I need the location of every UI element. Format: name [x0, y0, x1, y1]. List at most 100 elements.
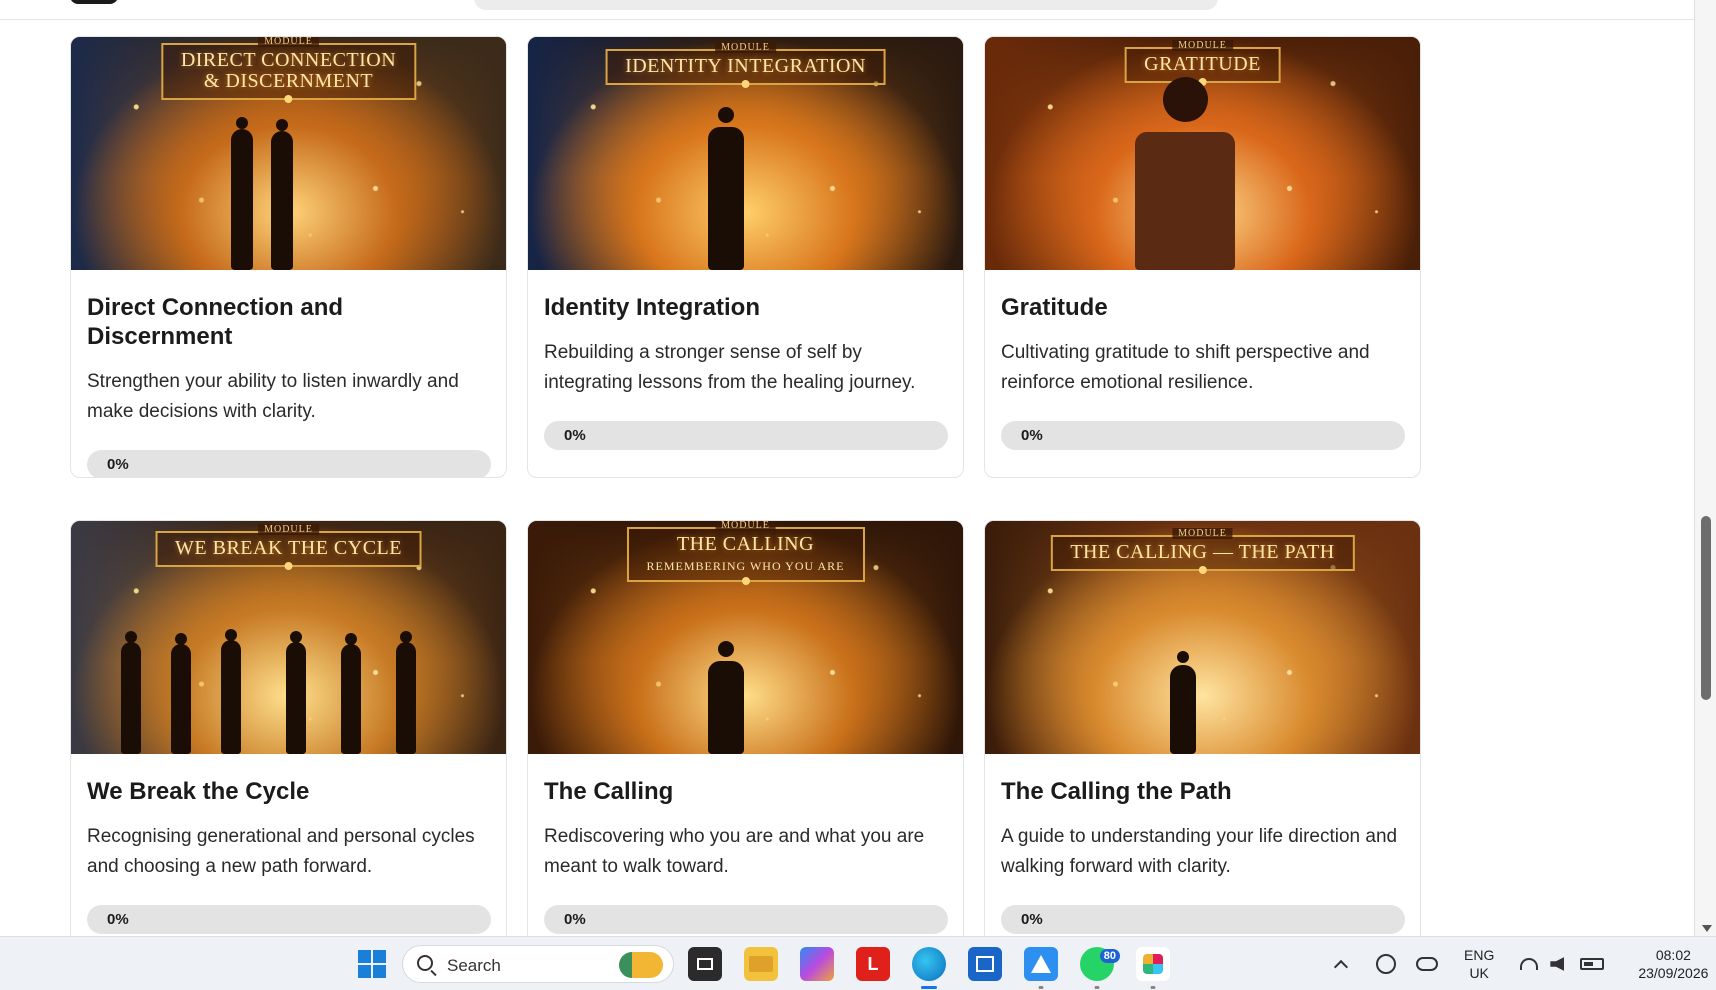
module-progress-bar: 0% [1001, 420, 1405, 450]
person-head [1162, 77, 1208, 122]
module-banner-title: WE BREAK THE CYCLE [175, 537, 402, 559]
module-banner: MODULE WE BREAK THE CYCLE [155, 524, 422, 570]
header-search-bar[interactable] [474, 0, 1218, 10]
person-head [400, 631, 412, 643]
module-thumbnail[interactable]: MODULE THE CALLING REMEMBERING WHO YOU A… [528, 521, 963, 754]
module-card-6[interactable]: MODULE THE CALLING — THE PATH The Callin… [984, 520, 1421, 936]
folder-icon [749, 956, 773, 972]
person-head [276, 119, 288, 131]
person-head [1177, 651, 1189, 663]
module-description: Strengthen your ability to listen inward… [87, 370, 459, 422]
person-silhouette [221, 640, 241, 754]
module-progress-bar: 0% [544, 420, 948, 450]
module-thumbnail[interactable]: MODULE IDENTITY INTEGRATION [528, 37, 963, 270]
module-banner: MODULE DIRECT CONNECTION & DISCERNMENT [160, 37, 417, 103]
a-app-icon [1031, 955, 1051, 973]
edge-button[interactable] [912, 947, 946, 989]
task-view-button[interactable] [688, 947, 722, 981]
person-silhouette [286, 642, 306, 754]
module-banner: MODULE THE CALLING — THE PATH [1050, 528, 1355, 574]
module-description: Cultivating gratitude to shift perspecti… [1001, 341, 1370, 393]
module-title[interactable]: Direct Connection and Discernment [87, 294, 490, 352]
module-description: Recognising generational and personal cy… [87, 825, 475, 877]
person-head [125, 631, 137, 643]
module-description: Rebuilding a stronger sense of self by i… [544, 341, 916, 393]
module-thumbnail[interactable]: MODULE THE CALLING — THE PATH [985, 521, 1420, 754]
module-progress-bar: 0% [544, 904, 948, 934]
module-banner-title: THE CALLING [676, 533, 815, 555]
slack-indicator [1150, 986, 1156, 989]
person-silhouette [396, 642, 416, 754]
module-banner: MODULE IDENTITY INTEGRATION [605, 42, 886, 88]
module-banner-kicker: MODULE [1172, 528, 1233, 539]
module-progress-label: 0% [564, 426, 586, 444]
onedrive-off-icon[interactable] [1416, 957, 1438, 971]
clock-time: 08:02 [1655, 947, 1691, 963]
person-head [175, 633, 187, 645]
module-progress-bar: 0% [87, 449, 491, 477]
module-card-body: Direct Connection and Discernment Streng… [71, 294, 506, 477]
person-silhouette [1135, 132, 1235, 270]
module-title[interactable]: Identity Integration [544, 294, 947, 323]
slack-button[interactable] [1136, 947, 1170, 989]
scrollbar-thumb[interactable] [1701, 516, 1711, 700]
a-app-button[interactable] [1024, 947, 1058, 989]
wifi-icon[interactable] [1520, 958, 1539, 970]
windows-logo-icon [358, 950, 386, 978]
page-scrollbar[interactable] [1694, 0, 1716, 936]
battery-icon[interactable] [1580, 958, 1605, 970]
show-hidden-icons-chevron-icon[interactable] [1333, 959, 1349, 975]
module-progress-label: 0% [1021, 910, 1043, 928]
module-banner-title: IDENTITY INTEGRATION [625, 55, 866, 77]
slack-icon [1143, 954, 1163, 974]
person-silhouette [171, 644, 191, 754]
sync-icon[interactable] [1376, 954, 1396, 974]
start-button[interactable] [355, 947, 389, 981]
header-logo[interactable] [70, 0, 118, 4]
module-card-3[interactable]: MODULE GRATITUDE Gratitude Cultivating g… [984, 36, 1421, 478]
module-progress-label: 0% [1021, 426, 1043, 444]
person-silhouette [271, 131, 293, 270]
volume-icon[interactable] [1550, 957, 1565, 971]
clock[interactable]: 08:02 23/09/2026 [1638, 946, 1708, 982]
module-title[interactable]: The Calling [544, 778, 947, 807]
module-banner-title: DIRECT CONNECTION & DISCERNMENT [180, 49, 397, 92]
module-title[interactable]: Gratitude [1001, 294, 1404, 323]
module-thumbnail[interactable]: MODULE DIRECT CONNECTION & DISCERNMENT [71, 37, 506, 270]
module-title[interactable]: We Break the Cycle [87, 778, 490, 807]
taskbar-search-placeholder: Search [447, 956, 501, 975]
module-card-1[interactable]: MODULE DIRECT CONNECTION & DISCERNMENT Di… [70, 36, 507, 478]
windows-taskbar: Search L 80 ENG UK 08:02 23/09/2026 [0, 936, 1716, 990]
scroll-down-arrow-icon[interactable] [1702, 925, 1712, 932]
banner-ornament-icon [741, 577, 750, 585]
person-head [290, 631, 302, 643]
module-card-2[interactable]: MODULE IDENTITY INTEGRATION Identity Int… [527, 36, 964, 478]
taskbar-search[interactable]: Search [402, 945, 674, 983]
l-app-button[interactable]: L [856, 947, 890, 981]
module-banner-kicker: MODULE [715, 521, 776, 531]
copilot-button[interactable] [800, 947, 834, 981]
module-title[interactable]: The Calling the Path [1001, 778, 1404, 807]
module-card-4[interactable]: MODULE WE BREAK THE CYCLE We Break the C… [70, 520, 507, 936]
module-thumbnail[interactable]: MODULE GRATITUDE [985, 37, 1420, 270]
module-card-5[interactable]: MODULE THE CALLING REMEMBERING WHO YOU A… [527, 520, 964, 936]
module-card-body: We Break the Cycle Recognising generatio… [71, 778, 506, 934]
person-head [236, 117, 248, 129]
module-progress-bar: 0% [87, 904, 491, 934]
module-description: Rediscovering who you are and what you a… [544, 825, 925, 877]
module-banner: MODULE THE CALLING REMEMBERING WHO YOU A… [626, 521, 865, 585]
file-explorer-button[interactable] [744, 947, 778, 981]
banner-ornament-icon [284, 95, 293, 103]
language-indicator[interactable]: ENG UK [1464, 946, 1494, 982]
person-head [345, 633, 357, 645]
language-region: UK [1469, 965, 1489, 981]
whatsapp-button[interactable]: 80 [1080, 947, 1120, 989]
module-banner-kicker: MODULE [258, 524, 319, 535]
edge-active-indicator [921, 986, 937, 989]
module-progress-label: 0% [107, 455, 129, 473]
module-progress-label: 0% [564, 910, 586, 928]
store-button[interactable] [968, 947, 1002, 981]
person-silhouette [708, 660, 744, 754]
module-thumbnail[interactable]: MODULE WE BREAK THE CYCLE [71, 521, 506, 754]
system-tray: ENG UK 08:02 23/09/2026 [1333, 937, 1708, 990]
